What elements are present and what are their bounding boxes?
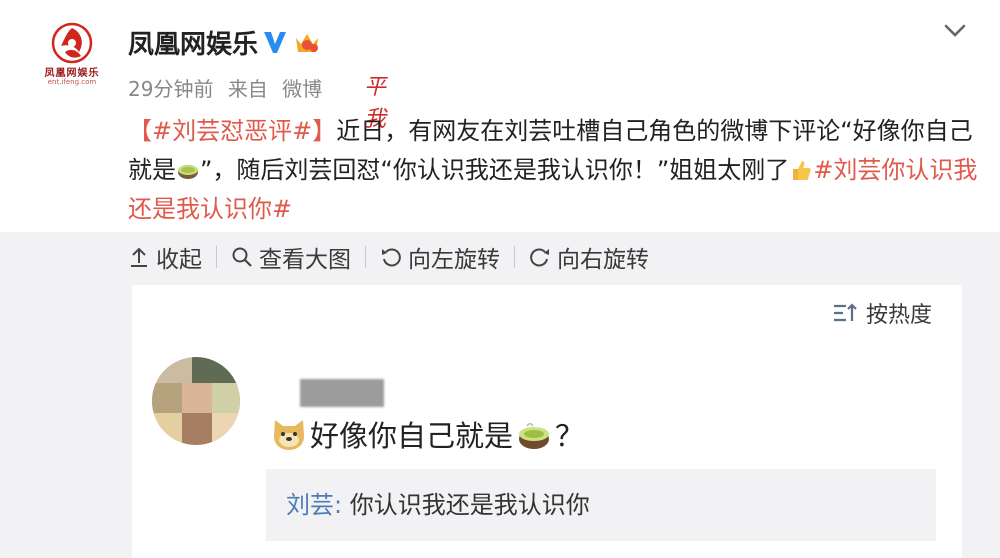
logo-text: 凤凰网娱乐 [44, 68, 100, 79]
verified-v-icon [264, 32, 286, 53]
comment-suffix: ？ [555, 419, 585, 453]
image-toolbar: 收起 查看大图 向左旋转 向右旋转 [128, 241, 649, 273]
divider [216, 246, 217, 268]
tea-emoji-icon [519, 423, 550, 449]
post-time: 29分钟前 [128, 77, 214, 101]
rotate-right-icon [530, 248, 549, 267]
tea-emoji-icon [178, 165, 198, 179]
rotate-right-label: 向右旋转 [557, 247, 649, 273]
comment-text: 好像你自己就是 ？ [270, 413, 584, 455]
magnifier-icon [232, 247, 252, 267]
author-name[interactable]: 凤凰网娱乐 [128, 24, 258, 61]
rotate-left-icon [382, 248, 401, 267]
logo-url: ent.ifeng.com [47, 78, 97, 86]
sort-by-heat-button[interactable]: 按热度 [832, 297, 932, 329]
phoenix-logo-icon [51, 22, 93, 64]
post-body-2: ”，随后刘芸回怼“你认识我还是我认识你！”姐姐太刚了 [200, 156, 790, 184]
rotate-right-button[interactable]: 向右旋转 [529, 240, 649, 274]
source-device[interactable]: 微博 [282, 77, 322, 101]
sort-label: 按热度 [865, 303, 932, 328]
commenter-name-blurred [300, 379, 384, 407]
thumbs-up-emoji-icon [793, 161, 811, 180]
source-prefix: 来自 [227, 77, 268, 101]
weibo-post: 凤凰网娱乐 ent.ifeng.com 凤凰网娱乐 29分钟前 来自 微博 平我… [0, 0, 1000, 232]
collapse-button[interactable]: 收起 [128, 240, 202, 274]
doge-emoji-icon [274, 420, 304, 450]
hashtag-link[interactable]: 【#刘芸怼恶评#】 [128, 117, 336, 145]
chevron-down-icon[interactable] [940, 20, 970, 42]
divider [514, 246, 515, 268]
comment-body: 好像你自己就是 [310, 419, 514, 453]
rotate-left-button[interactable]: 向左旋转 [380, 240, 500, 274]
reply-body: 你认识我还是我认识你 [349, 491, 590, 519]
post-meta: 29分钟前 来自 微博 平我 [128, 73, 386, 132]
sort-icon [833, 303, 857, 322]
reply-box: 刘芸: 你认识我还是我认识你 [266, 469, 936, 541]
divider [365, 246, 366, 268]
view-large-button[interactable]: 查看大图 [231, 240, 351, 274]
collapse-label: 收起 [156, 247, 202, 273]
rotate-left-label: 向左旋转 [408, 247, 500, 273]
arrow-up-icon [131, 247, 147, 267]
reply-author[interactable]: 刘芸: [286, 491, 342, 519]
commenter-avatar[interactable] [152, 357, 240, 445]
comment-screenshot-image: 按热度 好像你自己就是 ？ 刘芸: 你认识我还是我认识你 [132, 285, 962, 558]
view-large-label: 查看大图 [259, 247, 351, 273]
vip-crown-icon[interactable] [292, 28, 322, 56]
post-text: 【#刘芸怼恶评#】近日，有网友在刘芸吐槽自己角色的微博下评论“好像你自己就是 ”… [128, 112, 978, 229]
avatar-logo[interactable]: 凤凰网娱乐 ent.ifeng.com [30, 22, 114, 90]
